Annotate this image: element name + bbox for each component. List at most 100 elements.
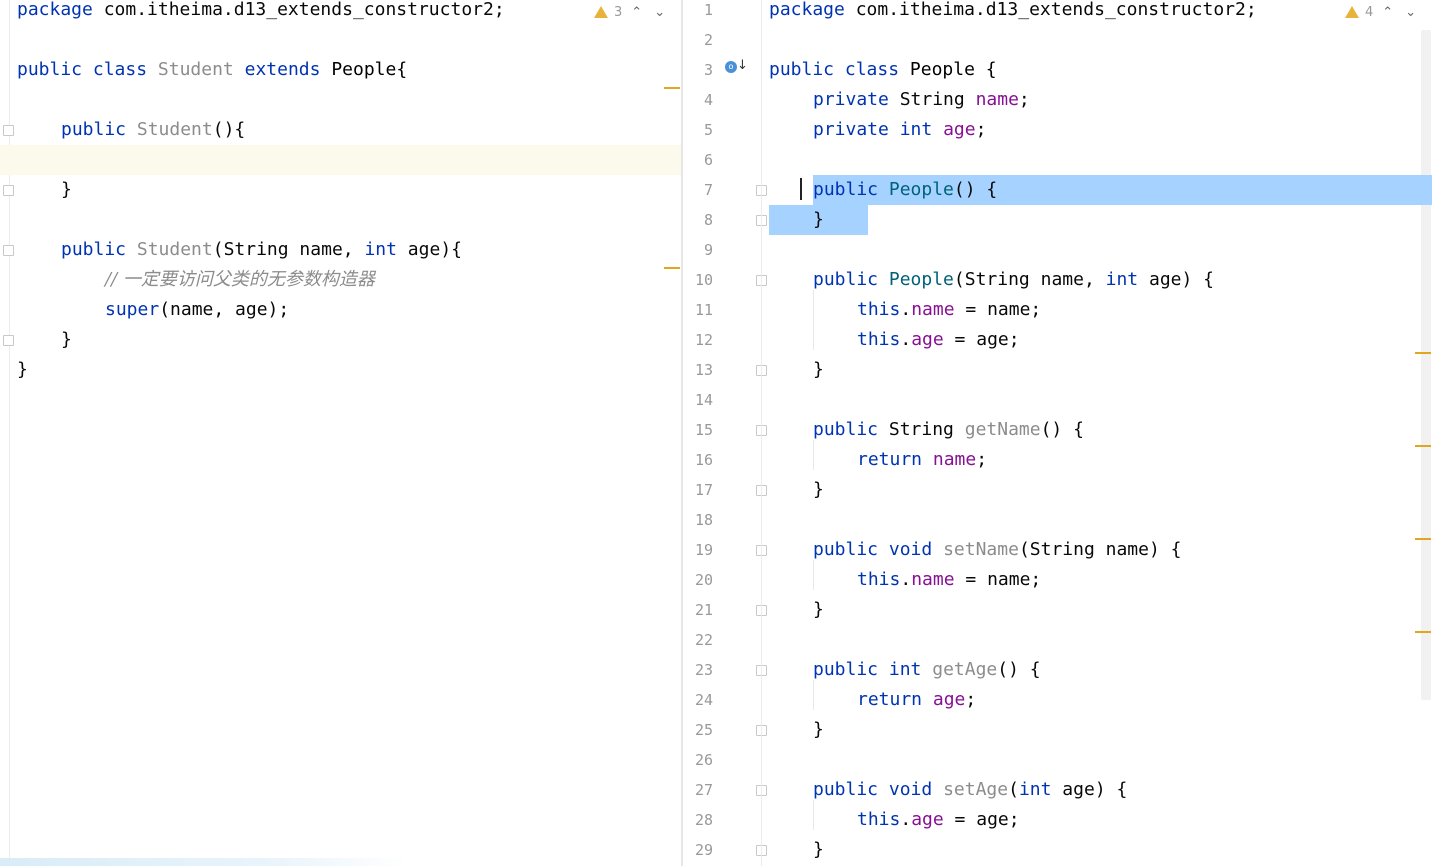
code-text: . (900, 299, 912, 320)
selected-line-8[interactable]: } (769, 205, 868, 235)
field-name: name (975, 89, 1019, 110)
code-text: (String name) { (1018, 539, 1182, 560)
code-text: = name; (954, 569, 1042, 590)
warning-stripe-marker[interactable] (664, 87, 680, 89)
code-line-20[interactable]: this.name = name; (683, 565, 1439, 595)
code-line-12[interactable]: this.age = age; (683, 325, 1439, 355)
code-line-15[interactable]: public String getName() { (683, 415, 1439, 445)
right-editor-pane[interactable]: 1 2 3 4 5 6 7 8 9 10 11 12 13 14 15 16 1… (683, 0, 1439, 866)
code-line-1[interactable]: package com.itheima.d13_extends_construc… (0, 0, 581, 25)
code-line-5[interactable]: public Student(){ (0, 115, 681, 145)
field-name: age (932, 689, 966, 710)
code-line-3[interactable]: public class People { (683, 55, 1439, 85)
text-cursor (800, 178, 802, 200)
code-text: ( (1008, 779, 1019, 800)
code-line-11[interactable]: super(name, age); (0, 295, 681, 325)
keyword: package (769, 0, 845, 20)
code-text: } (813, 479, 824, 500)
next-highlight-icon[interactable]: ⌄ (1402, 5, 1419, 20)
code-line-24[interactable]: return age; (683, 685, 1439, 715)
previous-highlight-icon[interactable]: ⌃ (628, 5, 645, 20)
parent-class: People{ (331, 59, 408, 80)
code-line-10[interactable]: public People(String name, int age) { (683, 265, 1439, 295)
right-inspection-widget[interactable]: 4 ⌃ ⌄ (1345, 0, 1419, 24)
keyword: public (61, 239, 127, 260)
code-text: ; (1018, 89, 1030, 110)
selected-line-7[interactable]: public People() { (813, 175, 1432, 205)
class-name: People { (909, 59, 997, 80)
code-line-7[interactable]: } (0, 175, 681, 205)
field-name: name (932, 449, 977, 470)
current-line[interactable] (0, 145, 681, 175)
code-line-29[interactable]: } (683, 835, 1439, 865)
keyword: int (899, 119, 933, 140)
code-line-27[interactable]: public void setAge(int age) { (683, 775, 1439, 805)
code-line-19[interactable]: public void setName(String name) { (683, 535, 1439, 565)
code-text: (String name, (212, 239, 365, 260)
line-number: 22 (694, 631, 713, 649)
code-line-16[interactable]: return name; (683, 445, 1439, 475)
code-text: } (61, 179, 72, 200)
warning-stripe-marker[interactable] (1415, 631, 1431, 633)
keyword: int (364, 239, 397, 260)
keyword: int (888, 659, 922, 680)
code-line-3[interactable]: public class Student extends People{ (0, 55, 681, 85)
warning-count: 4 (1365, 4, 1374, 20)
code-text: = age; (943, 809, 1020, 830)
field-name: name (911, 299, 955, 320)
code-line-9[interactable]: public Student(String name, int age){ (0, 235, 681, 265)
constructor-name: People (888, 269, 954, 290)
keyword: int (1105, 269, 1139, 290)
code-line-12[interactable]: } (0, 325, 681, 355)
code-line-10[interactable]: // 一定要访问父类的无参数构造器 (0, 265, 681, 295)
code-text: } (813, 209, 824, 230)
code-text: = name; (954, 299, 1042, 320)
code-line-21[interactable]: } (683, 595, 1439, 625)
code-text: } (17, 359, 28, 380)
keyword: public (813, 269, 879, 290)
code-text: } (61, 329, 72, 350)
code-text: () { (997, 659, 1041, 680)
package-name: com.itheima.d13_extends_constructor2; (92, 0, 505, 20)
field-name: age (911, 329, 944, 350)
warning-icon (1345, 6, 1359, 18)
bottom-status-strip (0, 858, 681, 866)
code-text: age){ (396, 239, 462, 260)
code-line-1[interactable]: package com.itheima.d13_extends_construc… (683, 0, 1339, 25)
field-name: name (911, 569, 955, 590)
code-line-28[interactable]: this.age = age; (683, 805, 1439, 835)
constructor-name: Student (136, 239, 213, 260)
code-line-4[interactable]: private String name; (683, 85, 1439, 115)
keyword: super (105, 299, 160, 320)
code-text: (name, age); (159, 299, 290, 320)
type-name: String (878, 419, 965, 440)
code-line-25[interactable]: } (683, 715, 1439, 745)
code-line-11[interactable]: this.name = name; (683, 295, 1439, 325)
code-text: . (900, 329, 912, 350)
method-name: getName (964, 419, 1041, 440)
code-line-17[interactable]: } (683, 475, 1439, 505)
warning-count: 3 (614, 4, 623, 20)
line-number: 18 (694, 511, 713, 529)
previous-highlight-icon[interactable]: ⌃ (1379, 5, 1396, 20)
code-text: } (813, 359, 824, 380)
line-number: 7 (703, 181, 713, 199)
keyword: package (17, 0, 93, 20)
code-line-13[interactable]: } (683, 355, 1439, 385)
left-inspection-widget[interactable]: 3 ⌃ ⌄ (594, 0, 668, 24)
code-text: } (813, 719, 824, 740)
keyword: private (813, 119, 889, 140)
class-name: Student (157, 59, 234, 80)
keyword: class (844, 59, 900, 80)
left-editor-pane[interactable]: 3 ⌃ ⌄ package com.itheima.d13_extends_co… (0, 0, 681, 866)
field-name: age (911, 809, 944, 830)
keyword: public (813, 659, 879, 680)
keyword: this (857, 809, 901, 830)
code-text: ; (975, 119, 987, 140)
code-line-5[interactable]: private int age; (683, 115, 1439, 145)
keyword: return (857, 449, 923, 470)
line-number: 8 (703, 211, 713, 229)
next-highlight-icon[interactable]: ⌄ (651, 5, 668, 20)
code-line-23[interactable]: public int getAge() { (683, 655, 1439, 685)
code-line-13[interactable]: } (0, 355, 681, 385)
